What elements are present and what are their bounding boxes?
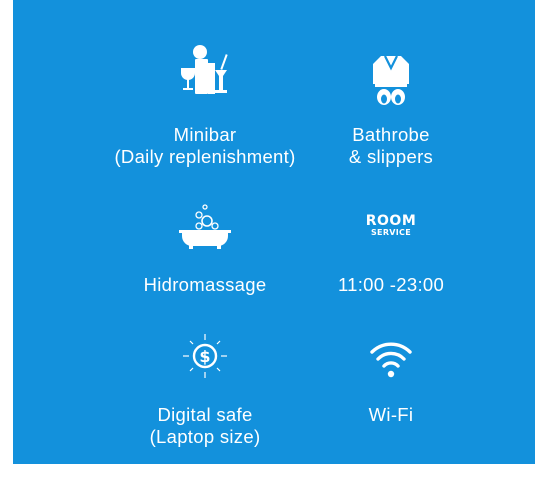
wifi-icon xyxy=(368,336,414,382)
room-service-icon: ROOM SERVICE xyxy=(361,214,421,238)
amenity-bathrobe: Bathrobe & slippers xyxy=(271,44,511,174)
bathrobe-slippers-icon xyxy=(371,54,411,106)
bathrobe-label-line2: & slippers xyxy=(348,146,434,167)
minibar-icon xyxy=(179,44,231,96)
bathrobe-label-line1: Bathrobe xyxy=(352,124,430,145)
svg-text:$: $ xyxy=(199,347,210,366)
wifi-label: Wi-Fi xyxy=(271,404,511,426)
wifi-label-line1: Wi-Fi xyxy=(368,404,414,425)
bathtub-bubbles-icon xyxy=(177,204,233,250)
amenity-wifi: Wi-Fi xyxy=(271,336,511,436)
amenity-room-service: ROOM SERVICE 11:00 -23:00 xyxy=(271,214,511,304)
room-service-label-line1: 11:00 -23:00 xyxy=(337,274,445,295)
safe-icon: $ xyxy=(181,332,229,380)
room-service-label: 11:00 -23:00 xyxy=(271,274,511,296)
amenities-panel: Minibar (Daily replenishment) Bathrobe &… xyxy=(13,0,535,464)
bathrobe-label: Bathrobe & slippers xyxy=(271,124,511,168)
room-service-icon-line2: SERVICE xyxy=(371,228,411,237)
room-service-icon-line1: ROOM xyxy=(365,213,417,229)
